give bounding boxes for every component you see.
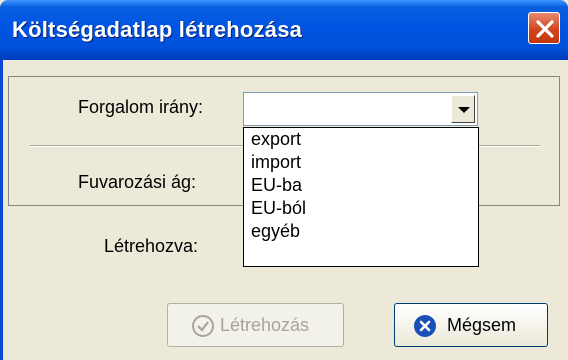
x-circle-icon <box>414 315 436 337</box>
close-button[interactable] <box>528 12 560 44</box>
cancel-button[interactable]: Mégsem <box>394 303 548 347</box>
dropdown-option-eu-bol[interactable]: EU-ból <box>244 197 478 220</box>
create-button[interactable]: Létrehozás <box>167 303 344 347</box>
dialog-window: Költségadatlap létrehozása Forgalom irán… <box>0 0 568 360</box>
dropdown-option-export[interactable]: export <box>244 128 478 151</box>
dropdown-option-egyeb[interactable]: egyéb <box>244 220 478 243</box>
title-bar[interactable]: Költségadatlap létrehozása <box>0 0 568 60</box>
created-label: Létrehozva: <box>104 236 199 256</box>
window-title: Költségadatlap létrehozása <box>12 17 303 42</box>
dropdown-option-import[interactable]: import <box>244 151 478 174</box>
check-circle-icon <box>192 315 214 337</box>
window-border <box>0 60 3 360</box>
transport-label: Fuvarozási ág: <box>78 172 197 192</box>
cancel-button-label: Mégsem <box>447 315 517 335</box>
direction-label: Forgalom irány: <box>78 97 204 117</box>
direction-select[interactable] <box>243 92 478 126</box>
dropdown-option-eu-ba[interactable]: EU-ba <box>244 174 478 197</box>
close-icon <box>536 20 554 38</box>
create-button-label: Létrehozás <box>220 315 310 335</box>
direction-dropdown-list[interactable]: export import EU-ba EU-ból egyéb <box>243 127 479 267</box>
dropdown-arrow-button[interactable] <box>451 95 475 123</box>
